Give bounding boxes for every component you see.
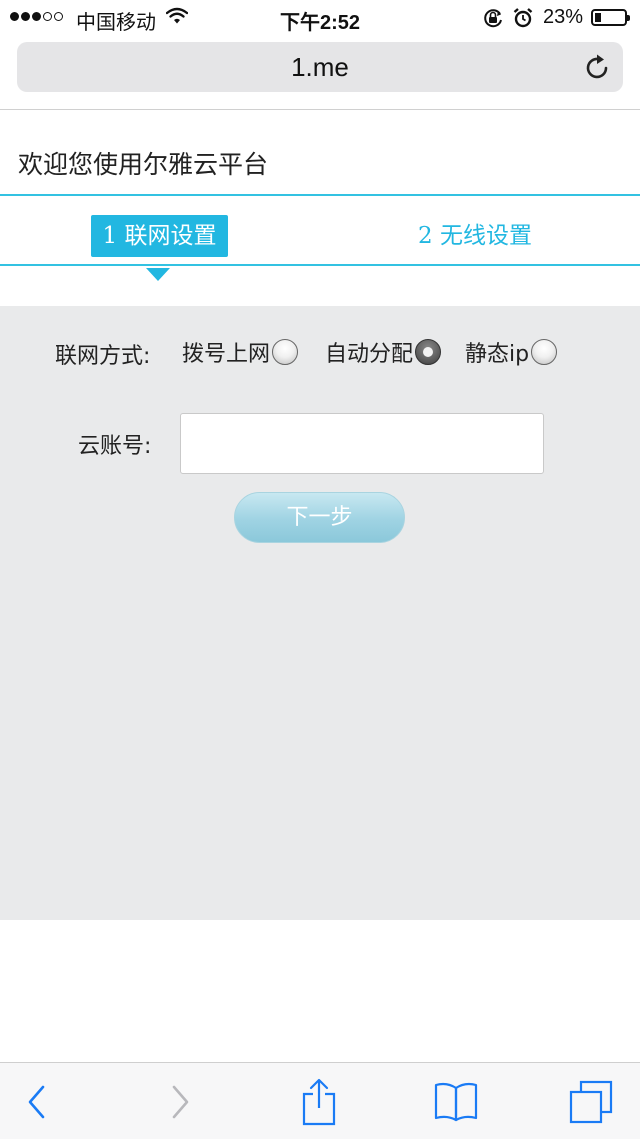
forward-icon[interactable] bbox=[155, 1077, 205, 1127]
reload-icon[interactable] bbox=[585, 53, 611, 85]
connection-method-label: 联网方式: bbox=[55, 344, 151, 369]
battery-icon bbox=[591, 9, 630, 26]
page-title: 欢迎您使用尔雅云平台 bbox=[18, 150, 269, 179]
radio-label-auto: 自动分配 bbox=[325, 342, 414, 367]
browser-toolbar bbox=[0, 1062, 640, 1139]
cloud-account-label: 云账号: bbox=[78, 434, 152, 459]
orientation-lock-icon bbox=[482, 7, 504, 35]
radio-option-auto[interactable]: 自动分配 bbox=[325, 336, 442, 368]
bookmarks-icon[interactable] bbox=[431, 1077, 481, 1127]
alarm-icon bbox=[513, 7, 533, 35]
browser-divider bbox=[0, 109, 640, 110]
share-icon[interactable] bbox=[294, 1077, 344, 1127]
step-network-settings[interactable]: 1 联网设置 bbox=[91, 215, 228, 257]
battery-percentage: 23% bbox=[543, 6, 584, 28]
radio-static-ip[interactable] bbox=[531, 339, 558, 365]
radio-option-dialup[interactable]: 拨号上网 bbox=[182, 336, 299, 368]
step-wireless-settings[interactable]: 2 无线设置 bbox=[418, 215, 532, 257]
active-step-pointer-icon bbox=[146, 268, 170, 281]
step-indicator: 1 联网设置 2 无线设置 bbox=[0, 194, 640, 266]
cloud-account-input[interactable] bbox=[180, 413, 544, 474]
battery-fill bbox=[595, 13, 601, 22]
status-bar: 中国移动 下午2:52 23% bbox=[0, 0, 640, 36]
radio-dialup[interactable] bbox=[272, 339, 299, 365]
tabs-icon[interactable] bbox=[566, 1077, 616, 1127]
radio-label-static-ip: 静态ip bbox=[465, 342, 530, 367]
address-bar[interactable]: 1.me bbox=[17, 42, 623, 92]
form-panel bbox=[0, 306, 640, 920]
next-step-button[interactable]: 下一步 bbox=[234, 492, 405, 543]
url-text[interactable]: 1.me bbox=[17, 42, 623, 92]
radio-auto[interactable] bbox=[415, 339, 442, 365]
back-icon[interactable] bbox=[12, 1077, 62, 1127]
radio-option-static-ip[interactable]: 静态ip bbox=[465, 336, 558, 368]
radio-label-dialup: 拨号上网 bbox=[182, 342, 271, 367]
